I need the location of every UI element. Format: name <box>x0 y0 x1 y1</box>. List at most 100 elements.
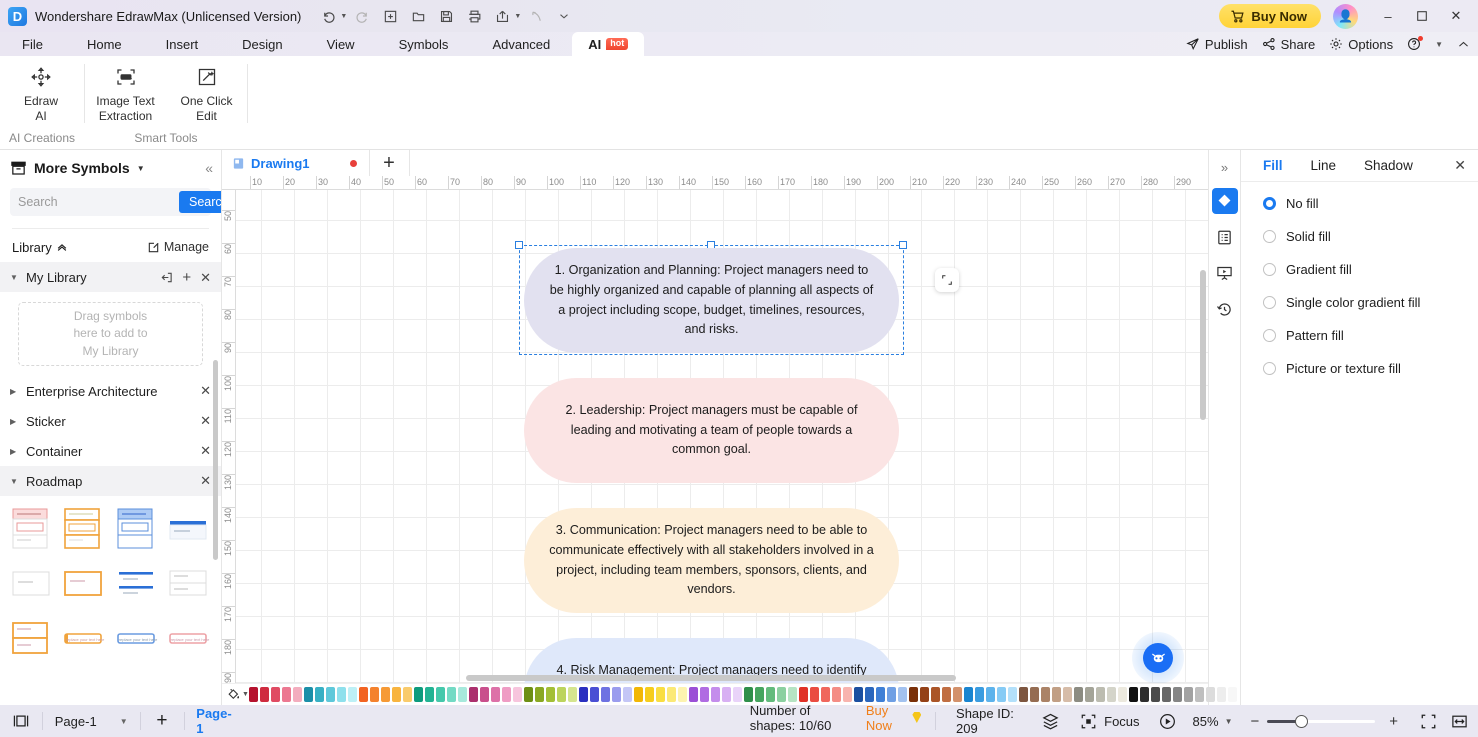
color-swatch[interactable] <box>930 687 940 702</box>
help-button[interactable] <box>1407 36 1424 51</box>
manage-button[interactable]: Manage <box>147 240 209 254</box>
color-swatch[interactable] <box>831 687 841 702</box>
edraw-ai-button[interactable]: Edraw AI <box>0 65 82 124</box>
collapse-ribbon-icon[interactable] <box>1457 38 1470 51</box>
tab-shadow[interactable]: Shadow <box>1350 158 1427 173</box>
double-chevron-right-icon[interactable]: » <box>1212 156 1238 178</box>
zoom-in-button[interactable]: + <box>1375 713 1412 730</box>
buy-now-button[interactable]: Buy Now <box>1219 4 1321 28</box>
color-swatch[interactable] <box>1007 687 1017 702</box>
symbol-item[interactable] <box>113 506 161 552</box>
radio-single-color-gradient-fill[interactable] <box>1263 296 1276 309</box>
menu-item-advanced[interactable]: Advanced <box>470 32 572 56</box>
sidebar-category-sticker[interactable]: ▶ Sticker ✕ <box>0 406 221 436</box>
color-swatch[interactable] <box>1029 687 1039 702</box>
import-icon[interactable] <box>160 271 173 284</box>
color-swatch[interactable] <box>875 687 885 702</box>
color-swatch[interactable] <box>853 687 863 702</box>
fill-bucket-tool[interactable]: ▼ <box>226 687 249 702</box>
fill-option-single-color-gradient-fill[interactable]: Single color gradient fill <box>1263 295 1478 310</box>
color-swatch-list[interactable] <box>248 687 1237 702</box>
color-swatch[interactable] <box>534 687 544 702</box>
color-swatch[interactable] <box>655 687 665 702</box>
layers-button[interactable] <box>1031 705 1070 737</box>
radio-gradient-fill[interactable] <box>1263 263 1276 276</box>
color-swatch[interactable] <box>798 687 808 702</box>
color-swatch[interactable] <box>952 687 962 702</box>
print-icon[interactable] <box>461 4 487 28</box>
focus-button[interactable]: Focus <box>1070 705 1149 737</box>
save-icon[interactable] <box>433 4 459 28</box>
color-swatch[interactable] <box>1216 687 1226 702</box>
color-swatch[interactable] <box>699 687 709 702</box>
undo-dropdown-icon[interactable]: ▼ <box>340 13 347 20</box>
color-swatch[interactable] <box>1040 687 1050 702</box>
undo-icon[interactable] <box>315 4 341 28</box>
color-swatch[interactable] <box>897 687 907 702</box>
symbol-item[interactable]: replace your text here <box>113 616 161 662</box>
color-swatch[interactable] <box>402 687 412 702</box>
color-swatch[interactable] <box>776 687 786 702</box>
zoom-out-button[interactable]: − <box>1243 713 1268 730</box>
sidebar-category-container[interactable]: ▶ Container ✕ <box>0 436 221 466</box>
color-swatch[interactable] <box>1227 687 1237 702</box>
color-swatch[interactable] <box>1051 687 1061 702</box>
color-swatch[interactable] <box>820 687 830 702</box>
image-text-extraction-button[interactable]: OCR Image Text Extraction <box>85 65 166 124</box>
document-tab-drawing1[interactable]: Drawing1 <box>222 150 370 176</box>
color-swatch[interactable] <box>281 687 291 702</box>
fill-option-gradient-fill[interactable]: Gradient fill <box>1263 262 1478 277</box>
color-swatch[interactable] <box>1084 687 1094 702</box>
publish-button[interactable]: Publish <box>1186 37 1248 52</box>
color-swatch[interactable] <box>1194 687 1204 702</box>
color-swatch[interactable] <box>446 687 456 702</box>
rail-icon-properties[interactable] <box>1212 224 1238 250</box>
symbol-item[interactable] <box>113 561 161 607</box>
close-container-icon[interactable]: ✕ <box>200 443 211 459</box>
symbol-item[interactable] <box>60 561 108 607</box>
vertical-ruler[interactable]: 50 60 70 80 90 100 110 120 130 140 150 160 170 180 190 <box>222 190 236 683</box>
color-swatch[interactable] <box>600 687 610 702</box>
menu-item-view[interactable]: View <box>305 32 377 56</box>
export-dropdown-icon[interactable]: ▼ <box>514 13 521 20</box>
new-document-icon[interactable] <box>377 4 403 28</box>
color-swatch[interactable] <box>347 687 357 702</box>
color-swatch[interactable] <box>314 687 324 702</box>
color-swatch[interactable] <box>325 687 335 702</box>
color-swatch[interactable] <box>512 687 522 702</box>
color-swatch[interactable] <box>248 687 258 702</box>
sidebar-category-roadmap[interactable]: ▼ Roadmap ✕ <box>0 466 221 496</box>
shape-leadership[interactable]: 2. Leadership: Project managers must be … <box>524 378 899 483</box>
color-swatch[interactable] <box>1161 687 1171 702</box>
help-dropdown-icon[interactable]: ▼ <box>1435 40 1443 49</box>
sidebar-scrollbar[interactable] <box>213 360 218 560</box>
color-swatch[interactable] <box>380 687 390 702</box>
options-button[interactable]: Options <box>1329 37 1393 52</box>
fill-bucket-dropdown-icon[interactable]: ▼ <box>242 691 249 698</box>
color-swatch[interactable] <box>490 687 500 702</box>
color-swatch[interactable] <box>963 687 973 702</box>
color-swatch[interactable] <box>1073 687 1083 702</box>
one-click-edit-button[interactable]: One Click Edit <box>166 65 247 124</box>
color-swatch[interactable] <box>292 687 302 702</box>
color-swatch[interactable] <box>787 687 797 702</box>
symbol-item[interactable] <box>165 506 213 552</box>
menu-item-ai[interactable]: AI hot <box>572 32 645 56</box>
color-swatch[interactable] <box>809 687 819 702</box>
horizontal-ruler[interactable]: 10 20 30 40 50 60 70 80 90 100 110 120 130 140 150 160 1… <box>222 176 1208 190</box>
more-tools-icon[interactable] <box>551 4 577 28</box>
color-swatch[interactable] <box>1172 687 1182 702</box>
symbol-item[interactable] <box>60 506 108 552</box>
color-swatch[interactable] <box>545 687 555 702</box>
color-swatch[interactable] <box>523 687 533 702</box>
zoom-dropdown-icon[interactable]: ▼ <box>1223 705 1243 737</box>
fit-page-button[interactable] <box>1412 705 1445 737</box>
color-swatch[interactable] <box>842 687 852 702</box>
canvas-vertical-scrollbar[interactable] <box>1200 270 1206 420</box>
color-swatch[interactable] <box>578 687 588 702</box>
color-swatch[interactable] <box>721 687 731 702</box>
color-swatch[interactable] <box>1139 687 1149 702</box>
color-swatch[interactable] <box>424 687 434 702</box>
color-swatch[interactable] <box>908 687 918 702</box>
zoom-slider[interactable] <box>1267 714 1376 728</box>
